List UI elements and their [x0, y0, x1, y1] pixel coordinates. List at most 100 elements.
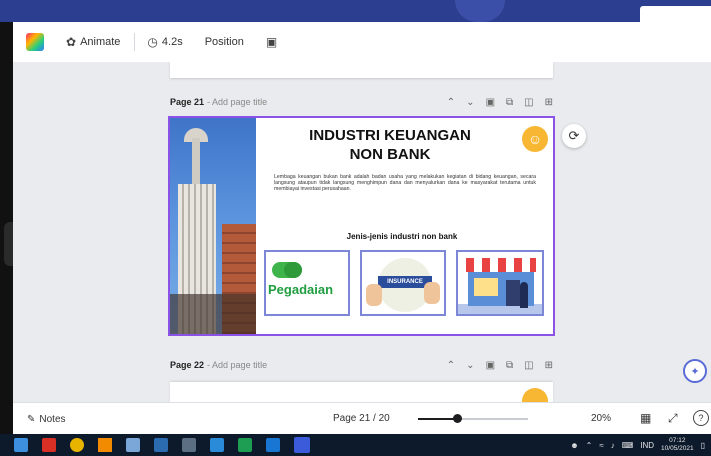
- slide-subheading[interactable]: Jenis-jenis industri non bank: [266, 232, 538, 241]
- next-page-header: Page 22 - Add page title ⌃ ⌄ ▣ ⧉ ◫ ⊞: [170, 356, 553, 374]
- excel-icon[interactable]: [238, 438, 252, 452]
- wifi-icon[interactable]: ≈: [599, 441, 603, 450]
- tree-silhouette: [170, 294, 256, 334]
- next-move-up-icon[interactable]: ⌃: [447, 360, 455, 371]
- zoom-label[interactable]: 20%: [591, 413, 611, 424]
- next-add-page-title[interactable]: - Add page title: [207, 360, 267, 370]
- browser-top-strip: [0, 0, 711, 22]
- notification-icon[interactable]: ▯: [701, 441, 705, 450]
- magic-assistant-icon[interactable]: ✦: [683, 359, 707, 383]
- volume-icon[interactable]: ♪: [611, 441, 615, 450]
- next-add-page-icon[interactable]: ⊞: [545, 360, 553, 371]
- slide-body-text[interactable]: Lembaga keuangan bukan bank adalah badan…: [274, 174, 536, 193]
- page-tools: ⌃ ⌄ ▣ ⧉ ◫ ⊞: [447, 97, 553, 108]
- store-icon[interactable]: [154, 438, 168, 452]
- system-tray: ☻ ⌃ ≈ ♪ ⌨ IND 07:12 10/05/2021 ▯: [570, 437, 705, 453]
- lock-icon: ▣: [265, 35, 278, 49]
- design-canvas[interactable]: Page 21 - Add page title ⌃ ⌄ ▣ ⧉ ◫ ⊞ IND…: [13, 62, 711, 402]
- pegadaian-label: Pegadaian: [268, 282, 334, 297]
- browser-tab[interactable]: [640, 6, 711, 22]
- chevron-up-icon[interactable]: ⌃: [586, 441, 593, 450]
- hand-right-icon: [424, 282, 440, 304]
- duplicate-page-icon[interactable]: ⧉: [506, 97, 513, 108]
- slide-title-line1: INDUSTRI KEUANGAN: [309, 127, 471, 144]
- position-button[interactable]: Position: [205, 36, 244, 48]
- bottom-bar: ✎ Notes Page 21 / 20 20% ▦ ⤢ ?: [13, 402, 711, 435]
- side-panel-handle[interactable]: [4, 222, 13, 266]
- slide-title-line2: NON BANK: [349, 146, 431, 163]
- hand-left-icon: [366, 284, 382, 306]
- next-lock-page-icon[interactable]: ▣: [486, 360, 495, 371]
- next-coin-badge-icon: [522, 388, 548, 402]
- delete-page-icon[interactable]: ◫: [524, 97, 533, 108]
- expand-pages-tab[interactable]: [352, 394, 378, 402]
- page-header: Page 21 - Add page title ⌃ ⌄ ▣ ⧉ ◫ ⊞: [170, 93, 553, 111]
- pegadaian-logo-icon-2: [284, 262, 302, 278]
- start-icon[interactable]: [14, 438, 28, 452]
- clock[interactable]: 07:12 10/05/2021: [661, 437, 694, 453]
- animate-icon: ✿: [66, 35, 77, 49]
- slide-title[interactable]: INDUSTRI KEUANGAN NON BANK: [266, 126, 514, 164]
- previous-page[interactable]: [170, 62, 553, 78]
- slide-page-21[interactable]: INDUSTRI KEUANGAN NON BANK ☺ Lembaga keu…: [168, 116, 555, 336]
- next-delete-page-icon[interactable]: ◫: [524, 360, 533, 371]
- clock-time: 07:12: [669, 437, 686, 444]
- card-insurance[interactable]: INSURANCE: [360, 250, 446, 316]
- tower-spire: [192, 138, 200, 184]
- position-label: Position: [204, 36, 244, 48]
- camera-icon[interactable]: [182, 438, 196, 452]
- clock-date: 10/05/2021: [661, 445, 694, 452]
- vlc-icon[interactable]: [98, 438, 112, 452]
- color-picker-icon[interactable]: [26, 33, 44, 51]
- page-name: Page 21: [170, 97, 205, 107]
- card-pegadaian[interactable]: Pegadaian: [264, 250, 350, 316]
- move-up-icon[interactable]: ⌃: [447, 97, 455, 108]
- zoom-slider-fill: [418, 418, 457, 420]
- fullscreen-icon[interactable]: ⤢: [668, 411, 678, 426]
- add-page-title[interactable]: - Add page title: [207, 97, 267, 107]
- coin-badge-icon[interactable]: ☺: [522, 126, 548, 152]
- card-shop[interactable]: [456, 250, 544, 316]
- file-icon[interactable]: [126, 438, 140, 452]
- building-photo[interactable]: [170, 118, 256, 334]
- next-page-name: Page 22: [170, 360, 205, 370]
- move-down-icon[interactable]: ⌄: [466, 97, 474, 108]
- keyboard-icon[interactable]: ⌨: [622, 441, 634, 450]
- shop-window: [474, 278, 498, 296]
- zoom-slider-knob[interactable]: [452, 414, 462, 423]
- person-icon: [520, 282, 528, 308]
- shop-door: [506, 280, 520, 306]
- next-move-down-icon[interactable]: ⌄: [466, 360, 474, 371]
- page-indicator[interactable]: Page 21 / 20: [333, 413, 390, 424]
- animate-button[interactable]: ✿ Animate: [66, 35, 120, 49]
- notes-label: Notes: [39, 413, 66, 425]
- add-page-icon[interactable]: ⊞: [545, 97, 553, 108]
- zoom-slider[interactable]: [418, 414, 528, 423]
- edge-icon[interactable]: [266, 438, 280, 452]
- left-frame: [0, 22, 13, 434]
- grid-view-icon[interactable]: ▦: [640, 411, 651, 425]
- chrome-icon[interactable]: [70, 438, 84, 452]
- timer-label: 4.2s: [161, 36, 183, 48]
- notes-icon: ✎: [27, 413, 36, 425]
- browser-tab-blob: [455, 0, 505, 22]
- timer-button[interactable]: ◷ 4.2s: [147, 35, 182, 49]
- notes-button[interactable]: ✎ Notes: [27, 414, 66, 425]
- clock-icon: ◷: [147, 35, 158, 49]
- language-indicator[interactable]: IND: [640, 441, 654, 450]
- toolbar-divider: [134, 33, 136, 51]
- help-icon[interactable]: ?: [693, 410, 709, 426]
- lock-page-icon[interactable]: ▣: [486, 97, 495, 108]
- person-tray-icon[interactable]: ☻: [570, 441, 578, 450]
- mail-icon[interactable]: [42, 438, 56, 452]
- refresh-icon[interactable]: ⟳: [562, 124, 586, 148]
- editor-toolbar: ✿ Animate ◷ 4.2s Position ▣: [13, 22, 711, 63]
- next-duplicate-page-icon[interactable]: ⧉: [506, 360, 513, 371]
- next-page-tools: ⌃ ⌄ ▣ ⧉ ◫ ⊞: [447, 360, 553, 371]
- animate-label: Animate: [80, 36, 121, 48]
- lock-button[interactable]: ▣: [266, 35, 281, 49]
- word-icon[interactable]: [210, 438, 224, 452]
- shop-awning-icon: [466, 258, 536, 272]
- canva-app-icon[interactable]: [294, 437, 310, 453]
- windows-taskbar: ☻ ⌃ ≈ ♪ ⌨ IND 07:12 10/05/2021 ▯: [0, 434, 711, 456]
